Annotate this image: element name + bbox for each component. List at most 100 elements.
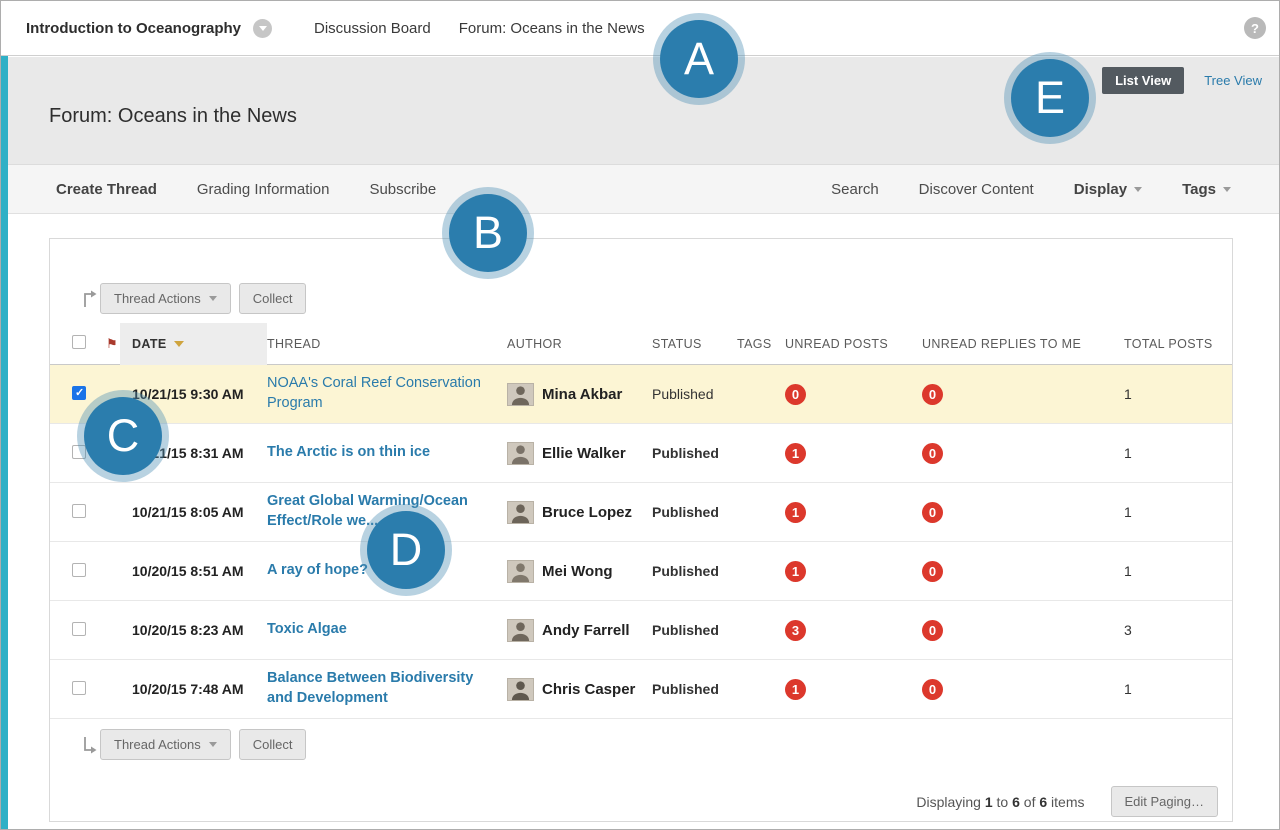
- column-header-author[interactable]: AUTHOR: [507, 337, 652, 351]
- flag-icon[interactable]: ⚑: [106, 336, 118, 351]
- row-checkbox[interactable]: [72, 622, 86, 636]
- row-checkbox[interactable]: [72, 445, 86, 459]
- table-row: 10/21/15 8:31 AM The Arctic is on thin i…: [50, 424, 1232, 483]
- total-posts: 3: [1120, 622, 1232, 638]
- top-toolbar: Thread Actions Collect: [80, 283, 1232, 314]
- course-title[interactable]: Introduction to Oceanography: [26, 20, 241, 37]
- total-posts: 1: [1120, 386, 1232, 402]
- breadcrumb-discussion-board[interactable]: Discussion Board: [314, 20, 431, 37]
- status-text: Published: [652, 504, 737, 520]
- breadcrumb-forum[interactable]: Forum: Oceans in the News: [459, 20, 645, 37]
- status-text: Published: [652, 386, 737, 402]
- edit-paging-button[interactable]: Edit Paging…: [1111, 786, 1219, 817]
- thread-link[interactable]: A ray of hope?: [267, 561, 368, 581]
- page-title: Forum: Oceans in the News: [49, 105, 297, 128]
- author-avatar: [507, 560, 534, 583]
- unread-replies-badge[interactable]: 0: [922, 384, 943, 405]
- tags-dropdown-label: Tags: [1182, 181, 1216, 198]
- displaying-text: Displaying 1 to 6 of 6 items: [916, 794, 1084, 810]
- thread-actions-button[interactable]: Thread Actions: [100, 729, 231, 760]
- discover-content-button[interactable]: Discover Content: [919, 181, 1034, 198]
- unread-replies-badge[interactable]: 0: [922, 443, 943, 464]
- column-header-total-posts[interactable]: TOTAL POSTS: [1120, 337, 1232, 351]
- unread-posts-badge[interactable]: 1: [785, 502, 806, 523]
- tree-view-link[interactable]: Tree View: [1204, 73, 1262, 88]
- branch-arrow-up-icon: [80, 288, 100, 310]
- unread-posts-badge[interactable]: 1: [785, 443, 806, 464]
- tags-dropdown[interactable]: Tags: [1182, 181, 1231, 198]
- blackboard-forum-screen: Introduction to Oceanography Discussion …: [0, 0, 1280, 830]
- unread-replies-badge[interactable]: 0: [922, 679, 943, 700]
- column-header-date[interactable]: DATE: [120, 323, 267, 365]
- grading-information-button[interactable]: Grading Information: [197, 181, 330, 198]
- table-row: 10/21/15 9:30 AM NOAA's Coral Reef Conse…: [50, 365, 1232, 424]
- unread-posts-badge[interactable]: 0: [785, 384, 806, 405]
- author-name: Mei Wong: [542, 563, 613, 580]
- thread-date: 10/20/15 8:23 AM: [132, 622, 267, 638]
- author-name: Mina Akbar: [542, 386, 622, 403]
- action-bar-right: Search Discover Content Display Tags: [831, 181, 1231, 198]
- row-checkbox[interactable]: [72, 563, 86, 577]
- collect-button[interactable]: Collect: [239, 729, 307, 760]
- annotation-badge-d: D: [367, 511, 445, 589]
- row-checkbox[interactable]: [72, 504, 86, 518]
- status-text: Published: [652, 563, 737, 579]
- thread-actions-button[interactable]: Thread Actions: [100, 283, 231, 314]
- thread-actions-label: Thread Actions: [114, 737, 201, 752]
- sort-descending-icon: [174, 341, 184, 347]
- row-checkbox[interactable]: [72, 681, 86, 695]
- annotation-badge-b: B: [449, 194, 527, 272]
- help-icon[interactable]: ?: [1244, 17, 1266, 39]
- author-avatar: [507, 678, 534, 701]
- thread-link[interactable]: Toxic Algae: [267, 620, 347, 640]
- unread-posts-badge[interactable]: 1: [785, 679, 806, 700]
- thread-link[interactable]: The Arctic is on thin ice: [267, 443, 430, 463]
- table-row: 10/20/15 8:51 AM A ray of hope? Mei Wong…: [50, 542, 1232, 601]
- author-avatar: [507, 619, 534, 642]
- search-button[interactable]: Search: [831, 181, 879, 198]
- annotation-badge-a: A: [660, 20, 738, 98]
- column-header-unread-replies[interactable]: UNREAD REPLIES TO ME: [922, 337, 1120, 351]
- display-dropdown-label: Display: [1074, 181, 1127, 198]
- row-checkbox[interactable]: [72, 386, 86, 400]
- action-bar: Create Thread Grading Information Subscr…: [8, 164, 1279, 214]
- author-name: Chris Casper: [542, 681, 635, 698]
- create-thread-button[interactable]: Create Thread: [56, 181, 157, 198]
- unread-replies-badge[interactable]: 0: [922, 561, 943, 582]
- thread-list-card: Thread Actions Collect ⚑ DATE THREAD AUT…: [49, 238, 1233, 822]
- table-row: 10/21/15 8:05 AM Great Global Warming/Oc…: [50, 483, 1232, 542]
- display-dropdown[interactable]: Display: [1074, 181, 1142, 198]
- unread-posts-badge[interactable]: 3: [785, 620, 806, 641]
- total-posts: 1: [1120, 445, 1232, 461]
- view-toggle: List View Tree View: [1102, 67, 1262, 94]
- thread-link[interactable]: NOAA's Coral Reef Conservation Program: [267, 374, 489, 413]
- bottom-toolbar: Thread Actions Collect: [80, 729, 1232, 760]
- author-avatar: [507, 383, 534, 406]
- paging-footer: Displaying 1 to 6 of 6 items Edit Paging…: [50, 786, 1218, 817]
- top-navigation-bar: Introduction to Oceanography Discussion …: [1, 1, 1279, 56]
- course-menu-chevron-icon[interactable]: [253, 19, 272, 38]
- thread-actions-label: Thread Actions: [114, 291, 201, 306]
- unread-posts-badge[interactable]: 1: [785, 561, 806, 582]
- subscribe-button[interactable]: Subscribe: [369, 181, 436, 198]
- total-posts: 1: [1120, 504, 1232, 520]
- column-header-tags[interactable]: TAGS: [737, 337, 785, 351]
- column-header-status[interactable]: STATUS: [652, 337, 737, 351]
- total-posts: 1: [1120, 681, 1232, 697]
- select-all-checkbox[interactable]: [72, 335, 86, 349]
- column-header-unread-posts[interactable]: UNREAD POSTS: [785, 337, 922, 351]
- table-row: 10/20/15 7:48 AM Balance Between Biodive…: [50, 660, 1232, 719]
- list-view-button[interactable]: List View: [1102, 67, 1184, 94]
- author-name: Andy Farrell: [542, 622, 630, 639]
- unread-replies-badge[interactable]: 0: [922, 502, 943, 523]
- unread-replies-badge[interactable]: 0: [922, 620, 943, 641]
- table-header-row: ⚑ DATE THREAD AUTHOR STATUS TAGS UNREAD …: [50, 323, 1232, 365]
- author-name: Bruce Lopez: [542, 504, 632, 521]
- action-bar-left: Create Thread Grading Information Subscr…: [56, 181, 436, 198]
- accent-stripe: [1, 56, 8, 829]
- thread-link[interactable]: Balance Between Biodiversity and Develop…: [267, 669, 489, 708]
- collect-button[interactable]: Collect: [239, 283, 307, 314]
- chevron-down-icon: [209, 742, 217, 747]
- chevron-down-icon: [209, 296, 217, 301]
- column-header-thread[interactable]: THREAD: [267, 337, 507, 351]
